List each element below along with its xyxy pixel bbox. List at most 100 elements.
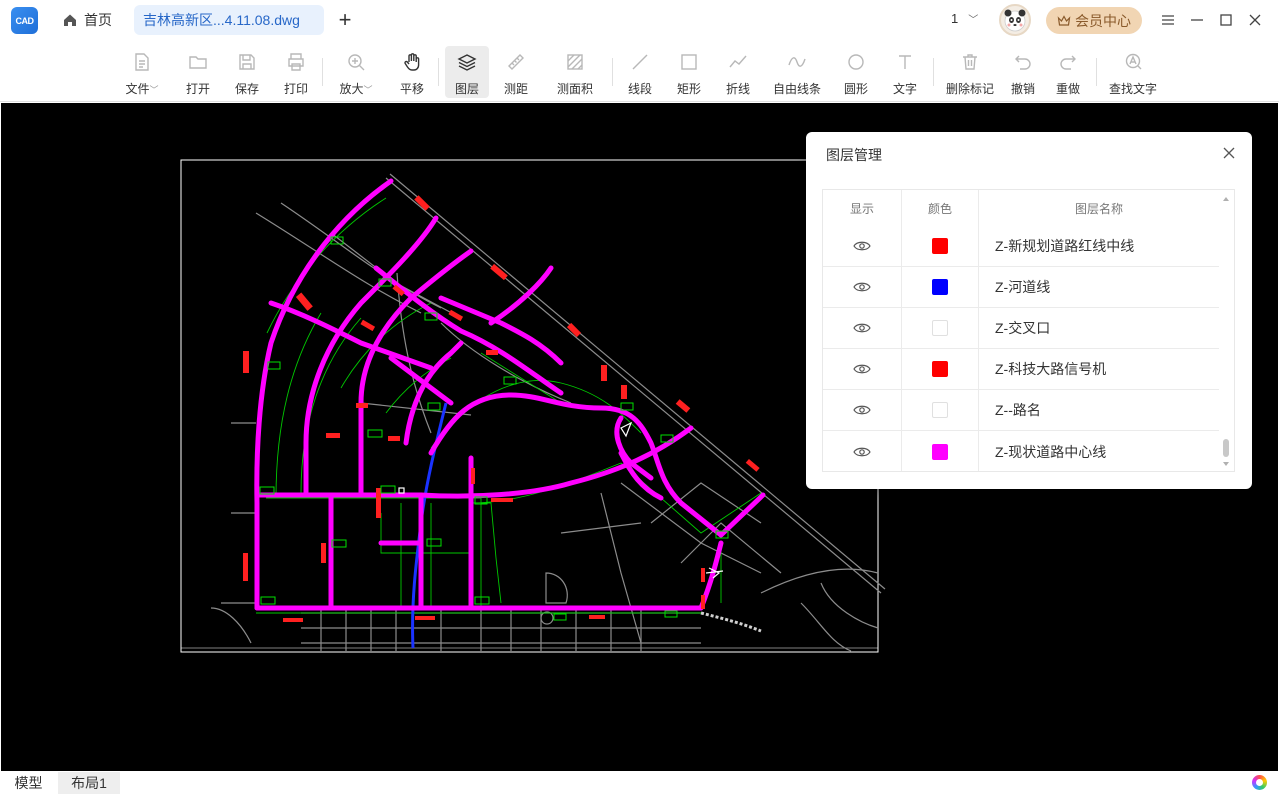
minimize-button[interactable] bbox=[1186, 9, 1208, 31]
tool-rectangle[interactable]: 矩形 bbox=[669, 46, 709, 98]
tool-zoom-label: 放大 bbox=[339, 82, 364, 96]
visibility-toggle[interactable] bbox=[823, 390, 902, 430]
layer-color-cell[interactable] bbox=[902, 349, 979, 389]
minimize-icon bbox=[1191, 19, 1203, 21]
tool-text[interactable]: 文字 bbox=[885, 46, 925, 98]
table-row[interactable]: Z-交叉口 bbox=[823, 308, 1219, 349]
tool-print[interactable]: 打印 bbox=[276, 46, 316, 98]
save-icon bbox=[239, 54, 255, 70]
chevron-down-icon: ﹀ bbox=[968, 15, 979, 26]
tool-save-label: 保存 bbox=[234, 82, 259, 96]
layer-name: Z-科技大路信号机 bbox=[995, 361, 1107, 377]
title-bar: CAD 首页 吉林高新区...4.11.08.dwg + 1 ﹀ 会员中心 bbox=[0, 0, 1279, 40]
tool-file[interactable]: 文件﹀ bbox=[120, 46, 164, 98]
page-selector[interactable]: 1 ﹀ bbox=[951, 11, 978, 26]
redo-icon bbox=[1060, 55, 1076, 70]
scroll-down-icon[interactable] bbox=[1222, 461, 1230, 467]
tool-line[interactable]: 线段 bbox=[620, 46, 660, 98]
tool-measure-area[interactable]: 测面积 bbox=[553, 46, 597, 98]
tool-pan[interactable]: 平移 bbox=[392, 46, 432, 98]
color-swatch bbox=[932, 443, 948, 460]
eye-icon bbox=[853, 447, 871, 456]
tool-delete-marks[interactable]: 删除标记 bbox=[943, 46, 997, 98]
menu-button[interactable] bbox=[1157, 9, 1179, 31]
member-center-button[interactable]: 会员中心 bbox=[1046, 7, 1142, 34]
zoom-in-icon bbox=[348, 54, 365, 71]
tool-redo[interactable]: 重做 bbox=[1048, 46, 1088, 98]
color-swatch bbox=[932, 361, 948, 377]
tool-freehand-label: 自由线条 bbox=[772, 82, 821, 96]
tab-model[interactable]: 模型 bbox=[0, 772, 57, 794]
tool-rectangle-label: 矩形 bbox=[676, 82, 701, 96]
tab-layout1[interactable]: 布局1 bbox=[58, 772, 120, 794]
table-row[interactable]: Z-现状道路中心线 bbox=[823, 431, 1219, 471]
app-logo: CAD bbox=[11, 7, 38, 34]
line-icon bbox=[632, 54, 648, 70]
tool-circle-label: 圆形 bbox=[843, 82, 868, 96]
tool-undo-label: 撤销 bbox=[1010, 82, 1035, 96]
tool-circle[interactable]: 圆形 bbox=[836, 46, 876, 98]
folder-icon bbox=[189, 56, 207, 69]
visibility-toggle[interactable] bbox=[823, 308, 902, 348]
table-row[interactable]: Z-科技大路信号机 bbox=[823, 349, 1219, 390]
layer-panel-title: 图层管理 bbox=[826, 147, 882, 163]
tool-undo[interactable]: 撤销 bbox=[1003, 46, 1043, 98]
layer-color-cell[interactable] bbox=[902, 226, 979, 266]
visibility-toggle[interactable] bbox=[823, 226, 902, 266]
file-icon bbox=[135, 53, 149, 71]
layer-name: Z-河道线 bbox=[995, 279, 1051, 295]
table-row[interactable]: Z-新规划道路红线中线 bbox=[823, 226, 1219, 267]
eye-icon bbox=[853, 241, 871, 251]
table-row[interactable]: Z-河道线 bbox=[823, 267, 1219, 308]
close-window-button[interactable] bbox=[1244, 9, 1266, 31]
layer-color-cell[interactable] bbox=[902, 431, 979, 471]
layer-color-cell[interactable] bbox=[902, 267, 979, 307]
color-swatch bbox=[932, 279, 948, 295]
find-text-icon bbox=[1125, 53, 1142, 70]
tool-zoom[interactable]: 放大﹀ bbox=[334, 46, 378, 98]
layer-table-scrollbar[interactable] bbox=[1222, 194, 1230, 469]
file-tab[interactable]: 吉林高新区...4.11.08.dwg bbox=[134, 5, 324, 35]
tool-find-text-label: 查找文字 bbox=[1108, 82, 1157, 96]
tool-layers[interactable]: 图层 bbox=[445, 46, 489, 98]
scroll-thumb[interactable] bbox=[1223, 439, 1229, 457]
rectangle-icon bbox=[681, 54, 697, 70]
home-tab[interactable]: 首页 bbox=[62, 8, 112, 32]
ruler-icon bbox=[508, 54, 524, 70]
tool-freehand[interactable]: 自由线条 bbox=[770, 46, 824, 98]
color-wheel-icon[interactable] bbox=[1252, 775, 1267, 790]
visibility-toggle[interactable] bbox=[823, 431, 902, 471]
toolbar-divider bbox=[933, 58, 934, 86]
tool-file-label: 文件 bbox=[125, 82, 150, 96]
tool-layers-label: 图层 bbox=[454, 82, 479, 96]
add-tab-button[interactable]: + bbox=[334, 7, 356, 33]
layer-color-cell[interactable] bbox=[902, 308, 979, 348]
header-layer-name: 图层名称 bbox=[1074, 201, 1123, 216]
toolbar-divider bbox=[438, 58, 439, 86]
maximize-icon bbox=[1220, 14, 1232, 26]
circle-icon bbox=[848, 54, 864, 70]
layer-name: Z-新规划道路红线中线 bbox=[995, 238, 1135, 254]
visibility-toggle[interactable] bbox=[823, 267, 902, 307]
layer-panel-close-button[interactable] bbox=[1220, 144, 1238, 162]
tool-polyline-label: 折线 bbox=[725, 82, 750, 96]
tool-polyline[interactable]: 折线 bbox=[718, 46, 758, 98]
undo-icon bbox=[1015, 55, 1031, 70]
crown-icon bbox=[1057, 14, 1071, 26]
tool-line-label: 线段 bbox=[627, 82, 652, 96]
scroll-up-icon[interactable] bbox=[1222, 196, 1230, 202]
tool-save[interactable]: 保存 bbox=[227, 46, 267, 98]
tool-open[interactable]: 打开 bbox=[178, 46, 218, 98]
hand-icon bbox=[404, 53, 420, 71]
table-row[interactable]: Z--路名 bbox=[823, 390, 1219, 431]
area-icon bbox=[567, 54, 583, 70]
existing-streets bbox=[210, 173, 886, 652]
avatar[interactable] bbox=[999, 4, 1031, 36]
tool-find-text[interactable]: 查找文字 bbox=[1104, 46, 1162, 98]
layer-color-cell[interactable] bbox=[902, 390, 979, 430]
maximize-button[interactable] bbox=[1215, 9, 1237, 31]
color-swatch bbox=[932, 402, 948, 418]
chevron-down-icon: ﹀ bbox=[149, 85, 159, 95]
visibility-toggle[interactable] bbox=[823, 349, 902, 389]
tool-measure-distance[interactable]: 测距 bbox=[496, 46, 536, 98]
